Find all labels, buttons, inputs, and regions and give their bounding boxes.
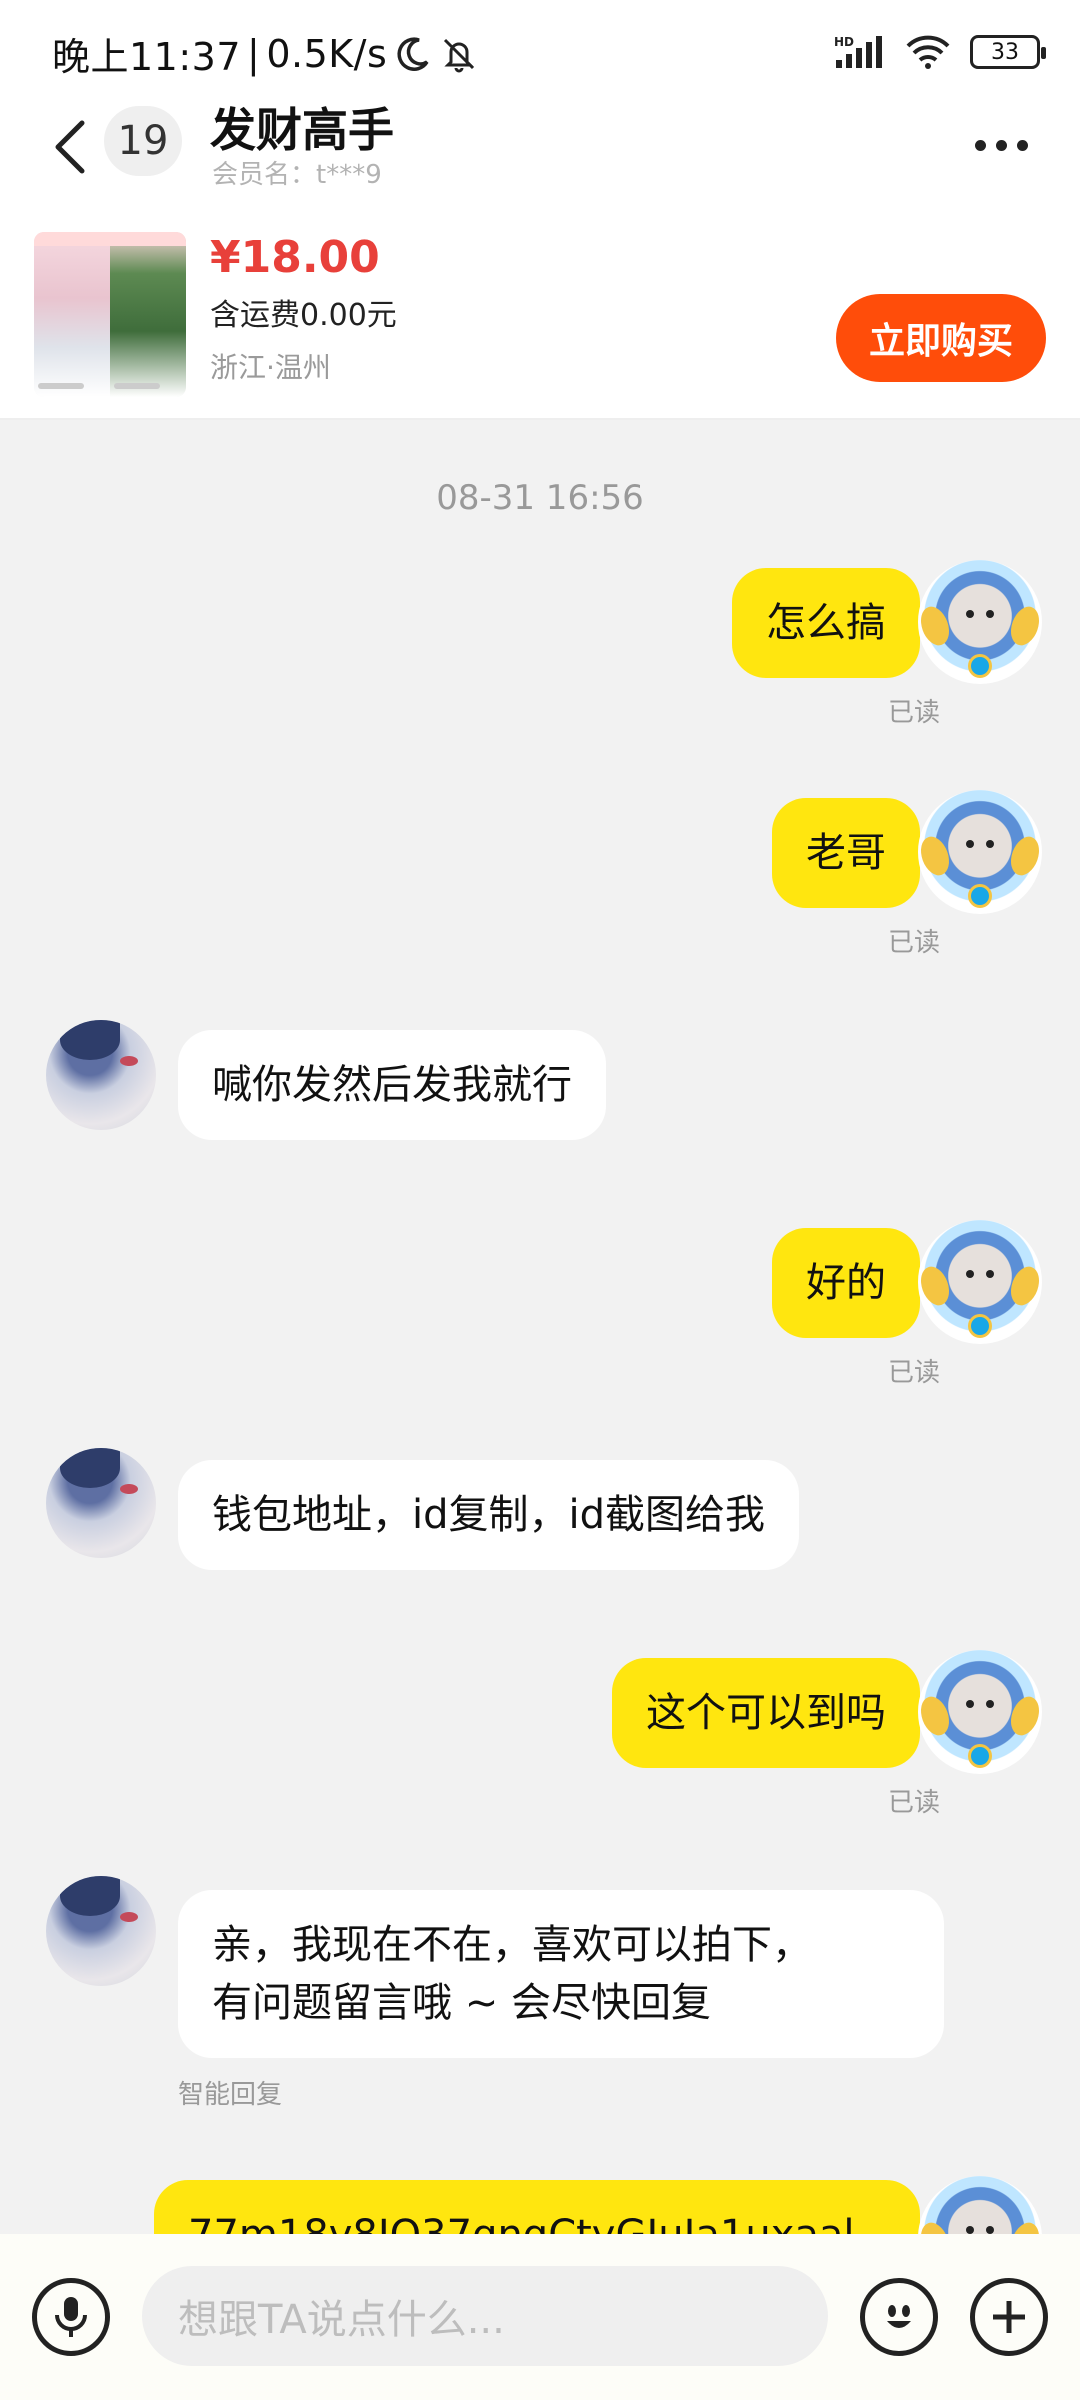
avatar-eye (966, 1270, 974, 1278)
contact-avatar[interactable] (46, 1448, 156, 1558)
more-options-button[interactable] (966, 120, 1036, 170)
avatar-eye (966, 610, 974, 618)
emoji-button[interactable] (860, 2278, 938, 2356)
my-message-bubble[interactable]: 77m18v8JQ37gnqCtyGJuJa1uxaal (154, 2180, 920, 2234)
avatar-eye (966, 2226, 974, 2234)
avatar-eye (986, 2226, 994, 2234)
svg-text:HD: HD (834, 35, 854, 49)
avatar-gem (968, 884, 992, 908)
product-shipping: 含运费0.00元 (210, 298, 397, 333)
product-card[interactable]: ¥18.00 含运费0.00元 浙江·温州 立即购买 (0, 202, 1080, 420)
avatar-eye (966, 1700, 974, 1708)
status-bar: 晚上11:37 | 0.5K/s HD 33 (0, 0, 1080, 92)
message-input-bar: 想跟TA说点什么... (0, 2234, 1080, 2400)
avatar-wing (915, 2218, 955, 2234)
read-receipt: 已读 (887, 1788, 940, 1818)
contact-message-bubble[interactable]: 钱包地址，id复制，id截图给我 (178, 1460, 800, 1570)
contact-message-bubble[interactable]: 亲，我现在不在，喜欢可以拍下， 有问题留言哦 ~ 会尽快回复 (178, 1890, 944, 2058)
read-receipt: 已读 (887, 698, 940, 728)
contact-avatar[interactable] (46, 1020, 156, 1130)
avatar-wing (1005, 602, 1045, 650)
status-separator: | (247, 31, 261, 76)
product-image-right (110, 232, 186, 397)
chevron-left-icon (55, 120, 85, 174)
my-avatar[interactable] (915, 1220, 1045, 1344)
chat-message-list[interactable]: 08-31 16:56 怎么搞 已读 老哥 已读 喊你发然后发我就行 好的 已读 (0, 420, 1080, 2234)
avatar-eye (120, 1056, 138, 1066)
avatar-wing (915, 602, 955, 650)
contact-message-bubble[interactable]: 喊你发然后发我就行 (178, 1030, 606, 1140)
avatar-eye (120, 1912, 138, 1922)
avatar-gem (968, 654, 992, 678)
signal-icon: HD (834, 35, 882, 68)
more-dot-icon (995, 139, 1007, 151)
unread-count-badge[interactable]: 19 (104, 106, 182, 176)
microphone-icon (55, 2297, 87, 2337)
status-time: 晚上11:37 (52, 35, 242, 79)
contact-avatar[interactable] (46, 1876, 156, 1986)
avatar-eye (986, 1270, 994, 1278)
avatar-eye (966, 840, 974, 848)
avatar-hair (60, 1448, 120, 1488)
my-message-bubble[interactable]: 老哥 (772, 798, 920, 908)
page-title: 发财高手 (210, 103, 394, 157)
product-location: 浙江·温州 (210, 351, 331, 384)
avatar-eye (986, 840, 994, 848)
my-message-bubble[interactable]: 怎么搞 (732, 568, 920, 678)
avatar-eye (986, 1700, 994, 1708)
avatar-hair (60, 1020, 120, 1060)
my-avatar[interactable] (915, 790, 1045, 914)
my-avatar[interactable] (915, 2176, 1045, 2234)
battery-level: 33 (991, 39, 1019, 65)
product-thumbnail[interactable] (34, 232, 186, 397)
voice-input-button[interactable] (32, 2278, 110, 2356)
bell-off-icon (444, 38, 475, 72)
status-left: 晚上11:37 | 0.5K/s (52, 26, 479, 81)
read-receipt: 已读 (887, 928, 940, 958)
wifi-icon (906, 35, 950, 69)
avatar-wing (915, 1262, 955, 1310)
avatar-wing (1005, 832, 1045, 880)
member-name: 会员名：t***9 (212, 160, 382, 190)
status-right: HD 33 (834, 30, 1046, 74)
product-image-left (34, 232, 110, 397)
my-message-bubble[interactable]: 好的 (772, 1228, 920, 1338)
my-message-bubble[interactable]: 这个可以到吗 (612, 1658, 920, 1768)
more-dot-icon (1016, 139, 1028, 151)
avatar-wing (915, 832, 955, 880)
chat-header: 19 发财高手 会员名：t***9 (0, 92, 1080, 202)
avatar-gem (968, 1314, 992, 1338)
battery-icon: 33 (970, 35, 1046, 69)
avatar-wing (1005, 2218, 1045, 2234)
more-dot-icon (974, 139, 986, 151)
message-input[interactable]: 想跟TA说点什么... (142, 2266, 828, 2366)
my-avatar[interactable] (915, 1650, 1045, 1774)
message-line: 有问题留言哦 ~ 会尽快回复 (212, 1980, 711, 2026)
avatar-eye (120, 1484, 138, 1494)
status-net-speed: 0.5K/s (266, 31, 388, 76)
more-actions-button[interactable] (970, 2278, 1048, 2356)
message-timestamp: 08-31 16:56 (436, 478, 644, 518)
avatar-eye (986, 610, 994, 618)
read-receipt: 已读 (887, 1358, 940, 1388)
avatar-wing (915, 1692, 955, 1740)
smiley-icon (887, 2305, 911, 2328)
avatar-hair (60, 1876, 120, 1916)
auto-reply-label: 智能回复 (178, 2080, 283, 2110)
message-line: 亲，我现在不在，喜欢可以拍下， (212, 1922, 812, 1968)
buy-now-button[interactable]: 立即购买 (836, 294, 1046, 382)
moon-icon (397, 37, 429, 71)
back-button[interactable] (40, 112, 100, 182)
avatar-wing (1005, 1692, 1045, 1740)
my-avatar[interactable] (915, 560, 1045, 684)
avatar-wing (1005, 1262, 1045, 1310)
product-price: ¥18.00 (210, 232, 380, 283)
plus-icon (993, 2301, 1025, 2333)
avatar-gem (968, 1744, 992, 1768)
